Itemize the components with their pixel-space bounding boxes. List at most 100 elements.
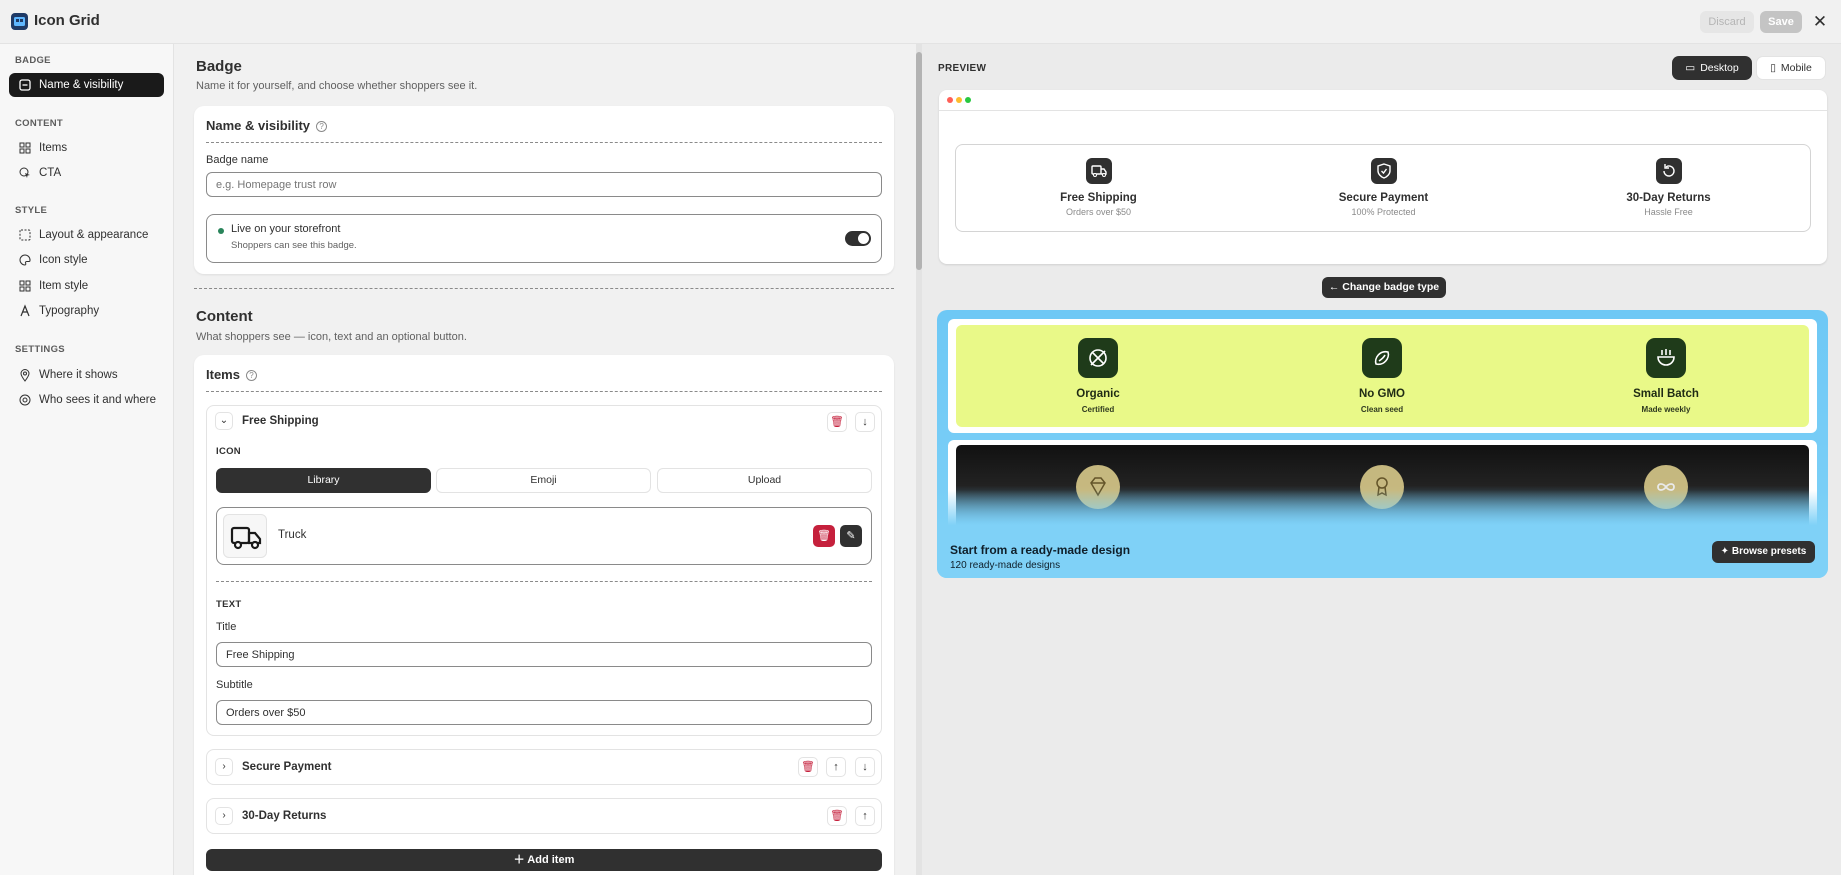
badge-name-input[interactable]	[206, 172, 882, 197]
tab-upload[interactable]: Upload	[657, 468, 872, 493]
help-icon[interactable]: ?	[245, 370, 257, 382]
arrow-down-icon[interactable]: ↓	[855, 412, 875, 432]
sidebar-item-cta[interactable]: CTA	[9, 161, 164, 185]
selected-icon-name: Truck	[278, 529, 307, 541]
close-icon[interactable]: ✕	[1810, 12, 1830, 32]
sidebar-item-item-style[interactable]: Item style	[9, 274, 164, 298]
preview-label: PREVIEW	[938, 63, 987, 74]
preset-item-sub: Clean seed	[1360, 405, 1404, 414]
preset-card[interactable]: Organic Certified No GMO Clean seed Smal…	[948, 319, 1817, 433]
divider	[216, 581, 872, 582]
truck-icon	[1086, 158, 1112, 184]
wand-icon: ✦	[1720, 546, 1730, 557]
badge-title: 30-Day Returns	[1626, 192, 1711, 204]
status-dot	[218, 228, 224, 234]
change-badge-type-button[interactable]: ← Change badge type	[1322, 277, 1446, 298]
text-label: TEXT	[216, 599, 242, 610]
badge-section-title: Badge	[196, 58, 242, 75]
sidebar-section-content: CONTENT	[15, 118, 64, 129]
arrow-down-icon[interactable]: ↓	[855, 757, 875, 777]
item-30-day-returns[interactable]: › 30-Day Returns 🗑 ↑	[206, 798, 882, 834]
badge-item: Secure Payment 100% Protected	[1241, 145, 1526, 233]
live-toggle[interactable]	[845, 231, 871, 246]
mobile-toggle[interactable]: ▯ Mobile	[1756, 56, 1826, 80]
edit-icon-button[interactable]: ✎	[840, 525, 862, 547]
card-title: Items?	[206, 367, 257, 382]
sidebar-item-where-it-shows[interactable]: Where it shows	[9, 363, 164, 387]
chevron-right-icon[interactable]: ›	[215, 807, 233, 825]
preset-item: Small Batch Made weekly	[1524, 325, 1808, 427]
title-input[interactable]	[216, 642, 872, 667]
sidebar-item-label: Layout & appearance	[39, 229, 149, 241]
subtitle-input[interactable]	[216, 700, 872, 725]
card-title: Name & visibility?	[206, 118, 328, 133]
badge-item: Free Shipping Orders over $50	[956, 145, 1241, 233]
chevron-down-icon[interactable]: ⌄	[215, 412, 233, 430]
top-bar: Icon Grid Discard Save ✕	[0, 0, 1841, 44]
sidebar-item-who-sees-it[interactable]: Who sees it and where	[9, 388, 164, 412]
browser-mockup: Free Shipping Orders over $50 Secure Pay…	[939, 90, 1827, 264]
badge-section-subtitle: Name it for yourself, and choose whether…	[196, 80, 478, 92]
truck-icon	[223, 514, 267, 558]
preset-item-title: Organic	[1076, 388, 1120, 400]
sidebar-item-label: Who sees it and where	[39, 394, 156, 406]
delete-icon[interactable]: 🗑	[827, 412, 847, 432]
live-toggle-row: Live on your storefront Shoppers can see…	[206, 214, 882, 263]
badge-title: Free Shipping	[1060, 192, 1137, 204]
badge-item: 30-Day Returns Hassle Free	[1526, 145, 1811, 233]
badge-preview: Free Shipping Orders over $50 Secure Pay…	[955, 144, 1811, 232]
preset-item: Organic Certified	[956, 325, 1240, 427]
preset-item: No GMO Clean seed	[1240, 325, 1524, 427]
shield-icon	[1371, 158, 1397, 184]
arrow-up-icon[interactable]: ↑	[826, 757, 846, 777]
badge-subtitle: Orders over $50	[1065, 207, 1132, 217]
item-secure-payment[interactable]: › Secure Payment 🗑 ↑ ↓	[206, 749, 882, 785]
sidebar-item-typography[interactable]: Typography	[9, 299, 164, 323]
sidebar-item-label: Name & visibility	[39, 79, 124, 91]
sidebar-item-name-visibility[interactable]: Name & visibility	[9, 73, 164, 97]
discard-button[interactable]: Discard	[1700, 11, 1754, 33]
sidebar-item-icon-style[interactable]: Icon style	[9, 248, 164, 272]
badge-name-label: Badge name	[206, 154, 269, 166]
badge-subtitle: 100% Protected	[1351, 207, 1416, 217]
grid-icon	[19, 280, 31, 292]
subtitle-label: Subtitle	[216, 679, 253, 691]
item-title: Secure Payment	[242, 761, 332, 773]
app-title: Icon Grid	[34, 12, 100, 29]
app-logo-icon	[11, 13, 28, 30]
bowl-icon	[1646, 338, 1686, 378]
preset-item-title: Small Batch	[1633, 388, 1699, 400]
chevron-right-icon[interactable]: ›	[215, 758, 233, 776]
delete-icon-button[interactable]: 🗑	[813, 525, 835, 547]
return-icon	[1656, 158, 1682, 184]
window-maximize-dot	[965, 97, 971, 103]
content-section-subtitle: What shoppers see — icon, text and an op…	[196, 331, 467, 343]
sidebar-item-label: Item style	[39, 280, 89, 292]
location-icon	[20, 369, 30, 382]
arrow-up-icon[interactable]: ↑	[855, 806, 875, 826]
sidebar-item-label: CTA	[39, 167, 62, 179]
badge-subtitle: Hassle Free	[1644, 207, 1693, 217]
cursor-icon	[19, 167, 30, 178]
divider	[206, 142, 882, 143]
editor-panel: Badge Name it for yourself, and choose w…	[174, 44, 920, 875]
sidebar-item-label: Typography	[39, 305, 100, 317]
tab-emoji[interactable]: Emoji	[436, 468, 651, 493]
sidebar-item-label: Where it shows	[39, 369, 118, 381]
browse-presets-button[interactable]: ✦ Browse presets	[1712, 541, 1815, 563]
delete-icon[interactable]: 🗑	[827, 806, 847, 826]
preview-panel: PREVIEW ▭ Desktop ▯ Mobile Free Shipping O…	[922, 44, 1841, 875]
desktop-toggle[interactable]: ▭ Desktop	[1672, 56, 1752, 80]
help-icon[interactable]: ?	[316, 121, 328, 133]
sidebar-item-items[interactable]: Items	[9, 136, 164, 160]
target-icon	[19, 394, 31, 406]
tab-library[interactable]: Library	[216, 468, 431, 493]
preset-item-sub: Certified	[1081, 405, 1115, 414]
add-item-button[interactable]: ＋ Add item	[206, 849, 882, 871]
sidebar-item-layout-appearance[interactable]: Layout & appearance	[9, 223, 164, 247]
save-button[interactable]: Save	[1760, 11, 1802, 33]
delete-icon[interactable]: 🗑	[798, 757, 818, 777]
window-close-dot	[947, 97, 953, 103]
sidebar-item-label: Icon style	[39, 254, 88, 266]
item-title: 30-Day Returns	[242, 810, 327, 822]
